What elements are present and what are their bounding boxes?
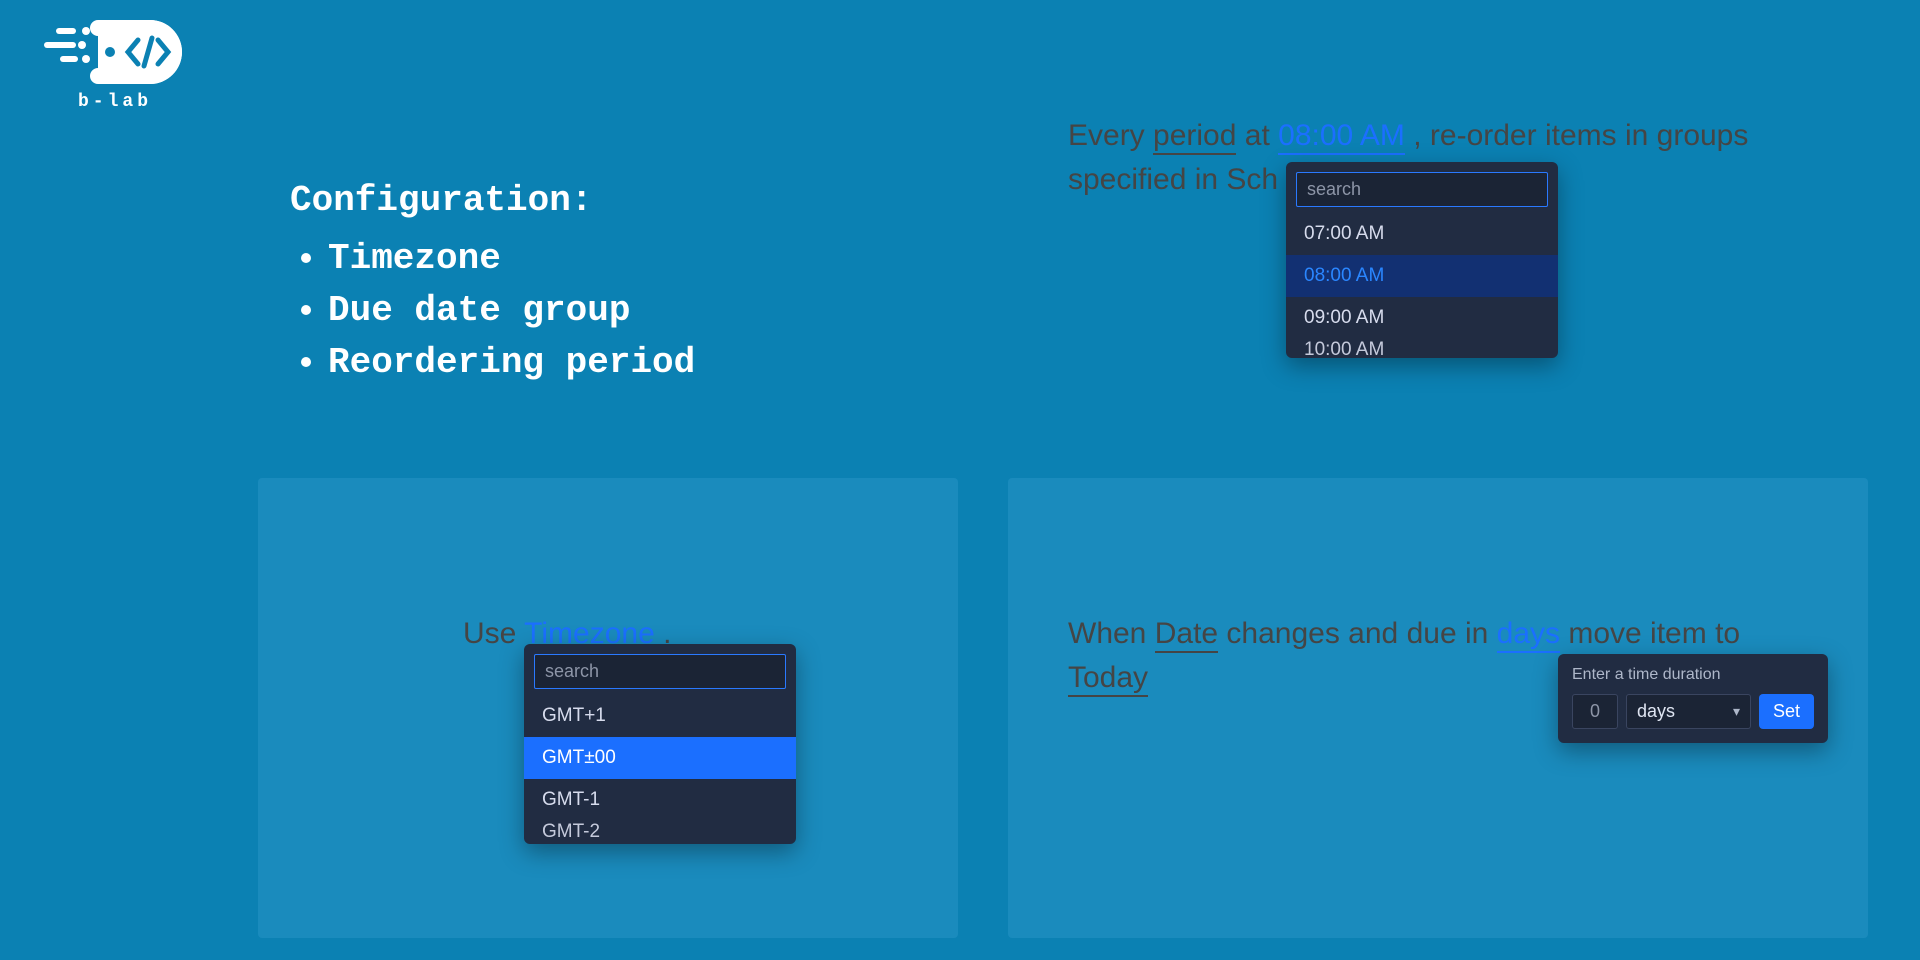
panel-timezone-text: Use Timezone . [258,478,958,656]
time-dropdown[interactable]: 07:00 AM 08:00 AM 09:00 AM 10:00 AM [1286,162,1558,358]
text-fragment: changes and due in [1218,617,1497,650]
text-fragment: move item to [1560,617,1740,650]
text-fragment: When [1068,617,1155,650]
timezone-option[interactable]: GMT-2 [524,821,796,837]
logo: b-lab [40,18,190,112]
chevron-down-icon: ▾ [1733,703,1740,720]
logo-icon [40,18,190,88]
duration-set-button[interactable]: Set [1759,694,1814,729]
time-search-input[interactable] [1296,172,1548,207]
duration-label: Enter a time duration [1572,666,1814,684]
days-field[interactable]: days [1497,617,1560,653]
config-item-reordering-period: Reordering period [328,337,695,389]
duration-unit-select[interactable]: days ▾ [1626,694,1751,729]
text-fragment: Use [463,617,524,650]
time-option[interactable]: 07:00 AM [1286,213,1558,255]
duration-unit-value: days [1637,701,1675,722]
text-fragment: Every [1068,119,1153,152]
configuration-block: Configuration: Timezone Due date group R… [290,180,695,390]
timezone-option-highlighted[interactable]: GMT±00 [524,737,796,779]
time-option[interactable]: 10:00 AM [1286,339,1558,355]
timezone-option[interactable]: GMT+1 [524,695,796,737]
duration-popover[interactable]: Enter a time duration days ▾ Set [1558,654,1828,743]
timezone-option[interactable]: GMT-1 [524,779,796,821]
period-field[interactable]: period [1153,119,1236,155]
date-field[interactable]: Date [1155,617,1218,653]
duration-number-input[interactable] [1572,694,1618,729]
timezone-dropdown[interactable]: GMT+1 GMT±00 GMT-1 GMT-2 [524,644,796,844]
time-field[interactable]: 08:00 AM [1278,119,1405,155]
time-option[interactable]: 09:00 AM [1286,297,1558,339]
today-field[interactable]: Today [1068,661,1148,697]
configuration-list: Timezone Due date group Reordering perio… [290,233,695,390]
config-item-due-date-group: Due date group [328,285,695,337]
logo-text: b-lab [78,92,152,112]
config-item-timezone: Timezone [328,233,695,285]
time-option-selected[interactable]: 08:00 AM [1286,255,1558,297]
text-fragment: at [1236,119,1278,152]
configuration-heading: Configuration: [290,180,695,221]
timezone-search-input[interactable] [534,654,786,689]
